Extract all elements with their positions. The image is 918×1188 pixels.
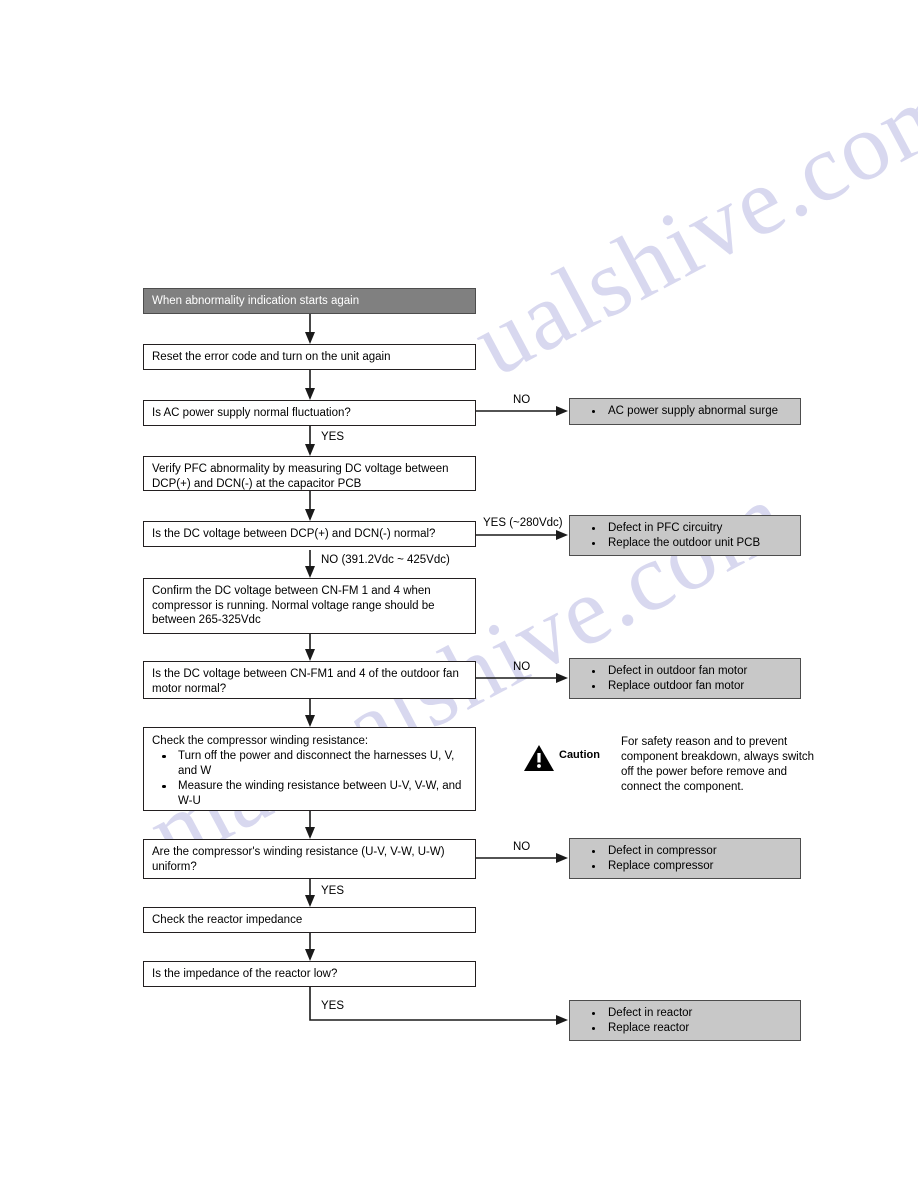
flow-node-ac-power-check: Is AC power supply normal fluctuation? [143,400,476,426]
flow-node-reset-line-1: Reset the error code and turn on the uni… [152,351,391,363]
edge-label-winding-no: NO [513,841,531,853]
flow-node-check-reactor-line-1: Check the reactor impedance [152,914,303,926]
flow-result-pfc-bullet-1: Defect in PFC circuitry [570,521,793,536]
flow-result-fan-bullet-1: Defect in outdoor fan motor [570,664,793,679]
flow-node-verify-pfc: Verify PFC abnormality by measuring DC v… [143,456,476,491]
flow-result-reactor-bullet-2: Replace reactor [570,1021,793,1036]
caution-body-line-2: component breakdown, always switch [621,751,815,763]
flow-result-ac-bullet-1: AC power supply abnormal surge [570,404,793,419]
flow-result-fan-bullet-2: Replace outdoor fan motor [570,679,793,694]
flow-node-check-reactor-impedance: Check the reactor impedance [143,907,476,933]
flow-node-winding-check-line-1: Are the compressor's winding resistance … [152,846,445,858]
caution-body: For safety reason and to prevent compone… [621,735,817,795]
flow-node-reset-error-code: Reset the error code and turn on the uni… [143,344,476,370]
flow-result-compressor-defect: Defect in compressor Replace compressor [569,838,801,879]
flow-node-verify-pfc-line-2: DCP(+) and DCN(-) at the capacitor PCB [152,477,362,490]
flow-result-compressor-bullet-1: Defect in compressor [570,844,793,859]
caution-body-line-1: For safety reason and to prevent [621,736,788,748]
flow-node-check-winding-bullet-1: Turn off the power and disconnect the ha… [152,749,468,779]
edge-label-fm-no: NO [513,661,531,673]
flow-result-pfc-defect: Defect in PFC circuitry Replace the outd… [569,515,801,556]
flow-node-check-winding-resistance: Check the compressor winding resistance:… [143,727,476,811]
flow-node-confirm-fm-line-3: between 265-325Vdc [152,614,261,626]
edge-label-dc-yes: YES (~280Vdc) [483,517,563,529]
caution-label: Caution [559,749,600,761]
flow-node-confirm-cn-fm-voltage: Confirm the DC voltage between CN-FM 1 a… [143,578,476,634]
flow-result-compressor-bullets: Defect in compressor Replace compressor [570,844,793,874]
flow-node-winding-uniform-check: Are the compressor's winding resistance … [143,839,476,879]
flow-node-ac-check-line-1: Is AC power supply normal fluctuation? [152,407,351,419]
flow-node-reactor-impedance-check: Is the impedance of the reactor low? [143,961,476,987]
edge-label-ac-yes: YES [321,431,345,443]
flow-result-compressor-bullet-2: Replace compressor [570,859,793,874]
edge-label-winding-yes: YES [321,885,345,897]
edge-label-reactor-yes: YES [321,1000,345,1012]
flow-node-fm-check-line-2: motor normal? [152,682,227,695]
flow-node-fan-motor-voltage-check: Is the DC voltage between CN-FM1 and 4 o… [143,661,476,699]
troubleshooting-flowchart: When abnormality indication starts again… [0,0,918,1188]
edge-label-dc-no: NO (391.2Vdc ~ 425Vdc) [321,554,450,566]
flow-result-fan-motor-defect: Defect in outdoor fan motor Replace outd… [569,658,801,699]
caution-note: Caution For safety reason and to prevent… [523,735,823,805]
flow-result-fan-bullets: Defect in outdoor fan motor Replace outd… [570,664,793,694]
flow-result-pfc-bullets: Defect in PFC circuitry Replace the outd… [570,521,793,551]
flow-node-check-winding-bullets: Turn off the power and disconnect the ha… [152,749,468,809]
flow-result-ac-bullets: AC power supply abnormal surge [570,404,793,419]
flow-node-check-winding-bullet-2: Measure the winding resistance between U… [152,779,468,809]
flow-node-header: When abnormality indication starts again [143,288,476,314]
flow-node-confirm-fm-line-2: compressor is running. Normal voltage ra… [152,599,435,612]
flow-node-fm-check-line-1: Is the DC voltage between CN-FM1 and 4 o… [152,668,459,680]
edge-label-ac-no: NO [513,394,531,406]
flow-node-reactor-check-line-1: Is the impedance of the reactor low? [152,968,338,980]
flow-node-dc-voltage-check: Is the DC voltage between DCP(+) and DCN… [143,521,476,547]
caution-body-line-4: connect the component. [621,781,744,793]
flow-node-header-line-1: When abnormality indication starts again [152,295,360,307]
flow-result-pfc-bullet-2: Replace the outdoor unit PCB [570,536,793,551]
flow-node-confirm-fm-line-1: Confirm the DC voltage between CN-FM 1 a… [152,585,431,597]
flow-result-reactor-bullets: Defect in reactor Replace reactor [570,1006,793,1036]
flow-node-verify-pfc-line-1: Verify PFC abnormality by measuring DC v… [152,463,449,475]
flow-node-dc-check-line-1: Is the DC voltage between DCP(+) and DCN… [152,528,436,540]
flow-node-winding-check-line-2: uniform? [152,860,197,873]
flow-result-reactor-bullet-1: Defect in reactor [570,1006,793,1021]
flow-result-ac-power-surge: AC power supply abnormal surge [569,398,801,425]
flow-node-check-winding-title: Check the compressor winding resistance: [152,735,369,747]
caution-body-line-3: off the power before remove and [621,766,788,778]
flow-result-reactor-defect: Defect in reactor Replace reactor [569,1000,801,1041]
